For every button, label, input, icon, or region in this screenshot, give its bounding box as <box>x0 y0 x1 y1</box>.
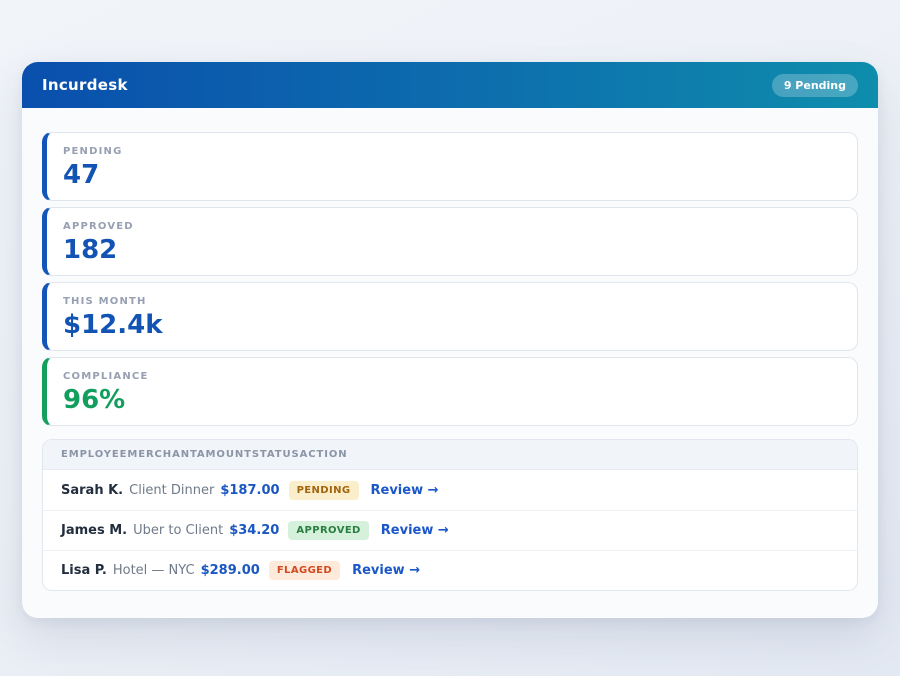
status-badge: PENDING <box>289 481 359 500</box>
expense-amount: $289.00 <box>201 563 260 578</box>
column-header-status: STATUS <box>252 449 300 460</box>
app-title: Incurdesk <box>42 76 128 94</box>
merchant-name: Uber to Client <box>133 523 223 538</box>
stat-card-approved: APPROVED 182 <box>42 207 858 276</box>
employee-name: Sarah K. <box>61 483 123 498</box>
table-header-row: EMPLOYEEMERCHANTAMOUNTSTATUSACTION <box>43 440 857 470</box>
table-row: James M. Uber to Client $34.20 APPROVED … <box>43 510 857 550</box>
merchant-name: Client Dinner <box>129 483 214 498</box>
column-header-employee: EMPLOYEE <box>61 449 127 460</box>
review-link[interactable]: Review → <box>381 523 449 538</box>
pending-count-badge: 9 Pending <box>772 74 858 97</box>
table-row: Lisa P. Hotel — NYC $289.00 FLAGGED Revi… <box>43 550 857 590</box>
review-link[interactable]: Review → <box>352 563 420 578</box>
incurdesk-panel: Incurdesk 9 Pending PENDING 47 APPROVED … <box>22 62 878 618</box>
employee-name: Lisa P. <box>61 563 107 578</box>
expense-amount: $187.00 <box>220 483 279 498</box>
column-header-merchant: MERCHANT <box>127 449 197 460</box>
stat-label: THIS MONTH <box>63 296 841 307</box>
column-header-amount: AMOUNT <box>197 449 252 460</box>
table-row: Sarah K. Client Dinner $187.00 PENDING R… <box>43 470 857 510</box>
column-header-action: ACTION <box>300 449 348 460</box>
expense-amount: $34.20 <box>229 523 279 538</box>
expense-table: EMPLOYEEMERCHANTAMOUNTSTATUSACTION Sarah… <box>42 439 858 591</box>
stat-label: APPROVED <box>63 221 841 232</box>
panel-content: PENDING 47 APPROVED 182 THIS MONTH $12.4… <box>22 108 878 615</box>
review-link[interactable]: Review → <box>371 483 439 498</box>
stat-value: 47 <box>63 162 841 189</box>
stat-card-compliance: COMPLIANCE 96% <box>42 357 858 426</box>
status-badge: FLAGGED <box>269 561 340 580</box>
stat-value: 96% <box>63 387 841 414</box>
stat-label: COMPLIANCE <box>63 371 841 382</box>
merchant-name: Hotel — NYC <box>113 563 195 578</box>
stat-label: PENDING <box>63 146 841 157</box>
stat-value: $12.4k <box>63 312 841 339</box>
stat-value: 182 <box>63 237 841 264</box>
stat-card-this-month: THIS MONTH $12.4k <box>42 282 858 351</box>
app-header: Incurdesk 9 Pending <box>22 62 878 108</box>
employee-name: James M. <box>61 523 127 538</box>
stat-card-pending: PENDING 47 <box>42 132 858 201</box>
status-badge: APPROVED <box>288 521 368 540</box>
